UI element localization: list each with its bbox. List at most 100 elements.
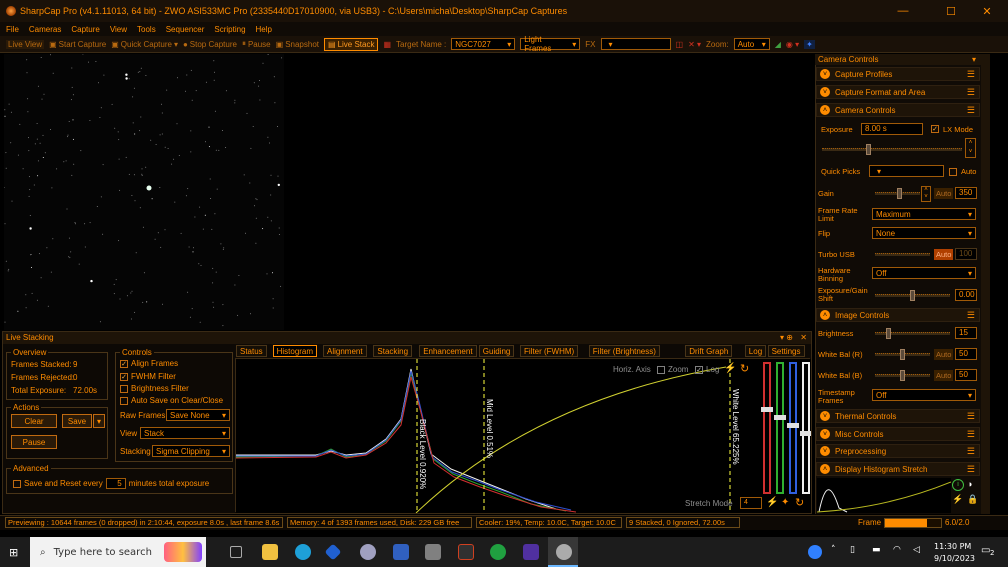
wb-red-input[interactable]: 50 [955, 348, 977, 360]
section-image-controls[interactable]: ˄ Image Controls ☰ [816, 308, 980, 322]
auto-stretch-icon[interactable]: ⚡ [766, 497, 778, 508]
brightness-filter-checkbox[interactable] [120, 384, 128, 393]
clock-date[interactable]: 9/10/2023 [934, 554, 975, 563]
stacking-select[interactable]: Sigma Clipping [152, 445, 230, 457]
tab-settings[interactable]: Settings [767, 345, 805, 357]
gain-stepper[interactable]: ˄ ˅ [921, 186, 931, 202]
wifi-icon[interactable]: ◠ [893, 545, 901, 555]
menu-icon[interactable]: ☰ [967, 87, 975, 98]
menu-scripting[interactable]: Scripting [214, 25, 245, 34]
gain-slider-thumb[interactable] [897, 188, 902, 199]
menu-capture[interactable]: Capture [71, 25, 99, 34]
gain-auto-button[interactable]: Auto [934, 188, 954, 199]
tab-status[interactable]: Status [236, 345, 267, 357]
fx-select[interactable] [600, 38, 671, 50]
flip-select[interactable]: None [872, 227, 976, 239]
panel-pin-icon[interactable]: ▾ ⊕ [780, 333, 793, 342]
app-icon-3[interactable] [393, 544, 409, 560]
panel-close-icon[interactable]: ✕ [800, 333, 807, 342]
app-icon-2[interactable] [360, 544, 376, 560]
histogram-panel[interactable]: Black Level 0.920% Mid Level 0.51% White L… [235, 358, 812, 514]
frame-rate-select[interactable]: Maximum [872, 208, 976, 220]
align-frames-row[interactable]: ✓ Align Frames [120, 359, 178, 368]
horiz-axis-checkbox[interactable] [657, 366, 665, 374]
menu-icon[interactable]: ☰ [967, 411, 975, 422]
wb-red-slider-thumb[interactable] [900, 349, 905, 360]
tab-log[interactable]: Log [744, 345, 767, 357]
save-dropdown-button[interactable]: ▾ [93, 414, 105, 428]
app-icon-6[interactable] [490, 544, 506, 560]
lock-icon[interactable]: ⚡ [724, 363, 736, 374]
turbo-auto-button[interactable]: Auto [934, 249, 954, 260]
battery-icon[interactable]: ▬ [872, 545, 881, 555]
log-checkbox[interactable]: ✓ [695, 366, 703, 374]
tab-enhancement[interactable]: Enhancement [419, 345, 477, 357]
menu-help[interactable]: Help [256, 25, 272, 34]
menu-icon[interactable]: ☰ [967, 464, 975, 475]
menu-icon[interactable]: ☰ [967, 429, 975, 440]
image-viewport[interactable] [4, 54, 810, 330]
auto-save-checkbox[interactable] [120, 396, 128, 405]
wb-red-slider[interactable] [875, 349, 930, 360]
lx-mode-checkbox[interactable]: ✓ [931, 125, 939, 133]
section-capture-profiles[interactable]: ˅ Capture Profiles ☰ [816, 67, 980, 81]
clock-time[interactable]: 11:30 PM [934, 542, 971, 551]
section-preprocessing[interactable]: ˅ Preprocessing ☰ [816, 444, 980, 458]
save-reset-input[interactable]: 5 [105, 478, 126, 489]
start-capture-button[interactable]: ▣ Start Capture [49, 40, 106, 49]
minimize-button[interactable]: — [888, 0, 918, 22]
brightness-slider-thumb[interactable] [886, 328, 891, 339]
file-explorer-icon[interactable] [262, 544, 278, 560]
save-reset-checkbox[interactable] [13, 479, 21, 488]
gain-slider[interactable] [875, 188, 920, 199]
tablet-icon[interactable]: ▯ [850, 545, 855, 555]
quick-picks-select[interactable] [869, 165, 944, 177]
exp-gain-shift-slider[interactable] [875, 290, 950, 301]
apply-stretch-icon[interactable]: ✦ [781, 497, 789, 508]
turbo-usb-slider[interactable] [875, 253, 930, 256]
contrast-icon[interactable]: ◑ [967, 479, 978, 491]
gain-input[interactable]: 350 [955, 187, 977, 199]
menu-tools[interactable]: Tools [137, 25, 156, 34]
view-select[interactable]: Stack [140, 427, 230, 439]
snapshot-button[interactable]: ▣ Snapshot [276, 40, 319, 49]
menu-icon[interactable]: ☰ [967, 105, 975, 116]
section-capture-format[interactable]: ˅ Capture Format and Area ☰ [816, 85, 980, 99]
tab-guiding[interactable]: Guiding [478, 345, 515, 357]
stretch-channel-handle[interactable] [800, 431, 812, 436]
section-misc-controls[interactable]: ˅ Misc Controls ☰ [816, 427, 980, 441]
chevron-up-icon[interactable]: ˄ [831, 545, 836, 555]
exposure-slider[interactable] [822, 144, 962, 155]
pause-stack-button[interactable]: Pause [11, 435, 57, 449]
stretch-channel-handle[interactable] [774, 415, 786, 420]
camera-panel-pin-icon[interactable]: ▾ [972, 55, 976, 64]
display-histogram-mini[interactable] [816, 478, 952, 513]
app-icon-5[interactable] [458, 544, 474, 560]
quick-picks-auto-checkbox[interactable] [949, 168, 957, 176]
volume-icon[interactable]: ◁ [913, 545, 920, 555]
live-view-button[interactable]: Live View [6, 39, 45, 49]
pause-button[interactable]: ⏸ Pause [242, 39, 271, 49]
quick-capture-button[interactable]: ▣ Quick Capture ▾ [111, 40, 178, 49]
lock-stretch-icon[interactable]: 🔒 [967, 494, 978, 505]
auto-save-row[interactable]: Auto Save on Clear/Close [120, 396, 223, 405]
wb-red-auto-button[interactable]: Auto [934, 349, 954, 360]
align-frames-checkbox[interactable]: ✓ [120, 359, 128, 368]
reticle-icon[interactable]: ◫ [676, 40, 684, 49]
save-reset-row[interactable]: Save and Reset every 5 minutes total exp… [13, 478, 209, 489]
crosshair-icon[interactable]: ✕ ▾ [688, 40, 701, 49]
tab-alignment[interactable]: Alignment [323, 345, 367, 357]
close-button[interactable]: ✕ [972, 0, 1002, 22]
menu-sequencer[interactable]: Sequencer [166, 25, 205, 34]
auto-stretch-display-icon[interactable]: ⚡ [952, 494, 963, 505]
camera-panel-scrollbar[interactable] [981, 65, 990, 514]
section-display-histogram[interactable]: ˄ Display Histogram Stretch ☰ [816, 462, 980, 476]
tab-histogram[interactable]: Histogram [272, 345, 318, 357]
menu-view[interactable]: View [110, 25, 127, 34]
stop-capture-button[interactable]: ● Stop Capture [183, 40, 237, 49]
live-stack-button[interactable]: ▤ Live Stack [324, 37, 379, 51]
task-view-icon[interactable] [230, 546, 242, 558]
stretch-channel-handle[interactable] [761, 407, 773, 412]
taskbar-search[interactable]: ⌕ Type here to search [30, 537, 206, 567]
reset-stretch-icon[interactable]: ↻ [795, 496, 804, 509]
